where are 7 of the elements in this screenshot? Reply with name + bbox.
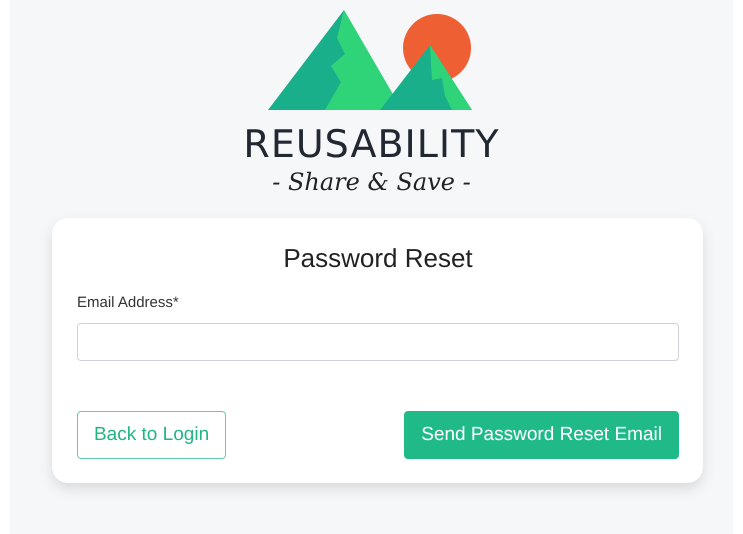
send-button[interactable]: Send Password Reset Email xyxy=(404,411,679,459)
brand-name: REUSABILITY xyxy=(243,122,500,166)
tagline: - Share & Save - xyxy=(272,167,471,198)
email-field[interactable] xyxy=(77,323,679,361)
field-label: Email Address* xyxy=(77,294,179,311)
back-button[interactable]: Back to Login xyxy=(77,411,226,459)
form-title: Password Reset xyxy=(282,242,474,274)
